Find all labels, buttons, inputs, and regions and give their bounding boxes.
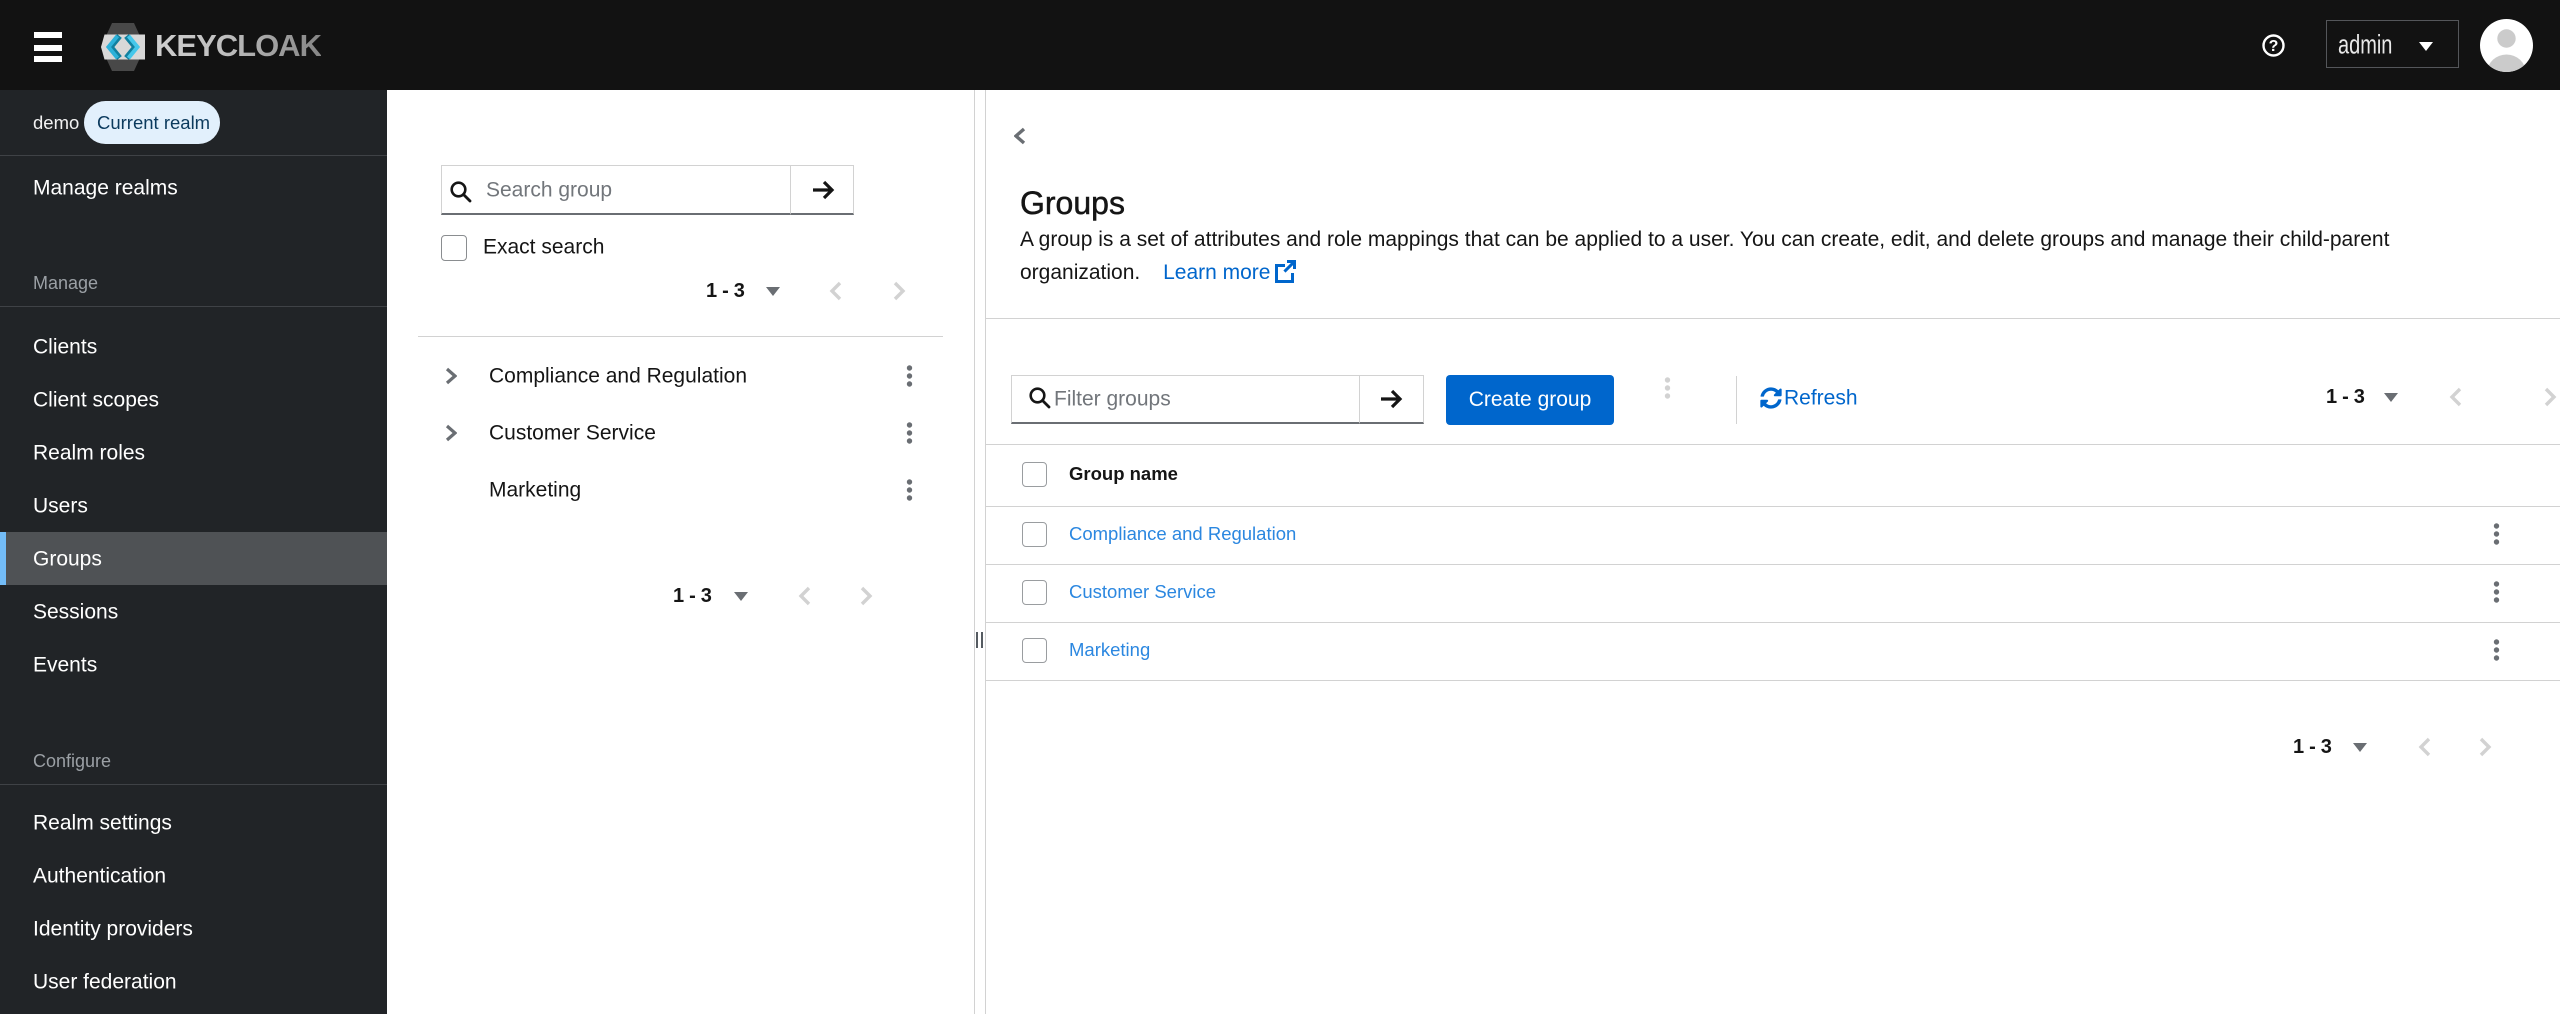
svg-text:?: ? bbox=[2269, 38, 2279, 55]
